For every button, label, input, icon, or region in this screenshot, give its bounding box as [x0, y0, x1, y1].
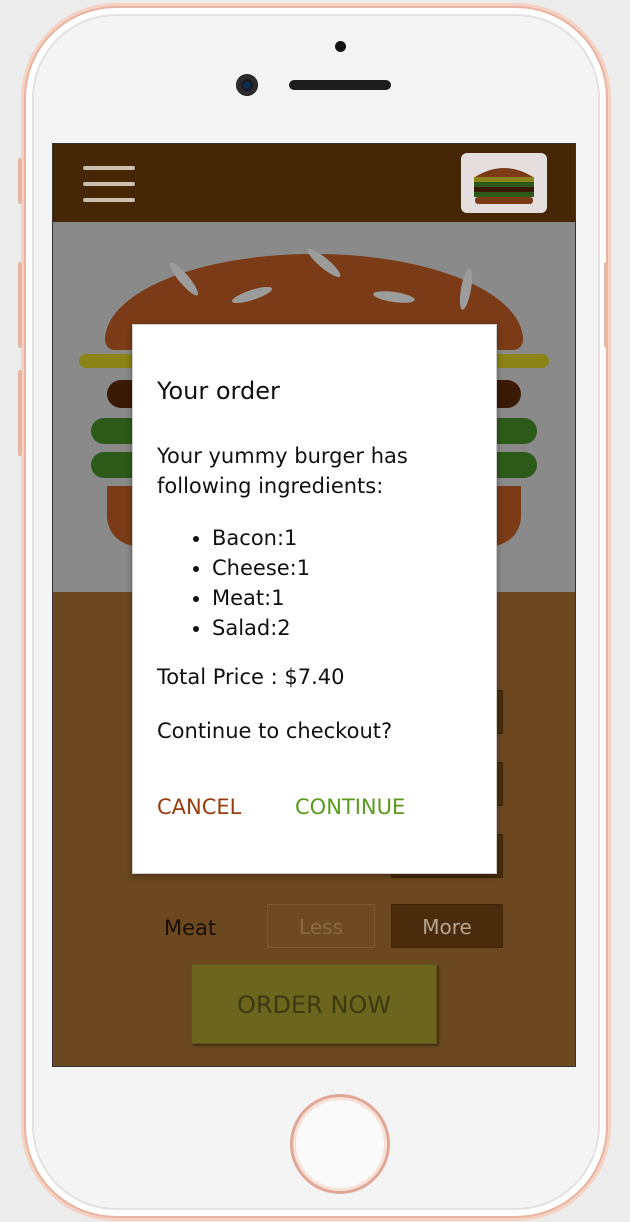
- list-item: Meat:1: [212, 583, 472, 613]
- home-button[interactable]: [290, 1094, 390, 1194]
- list-item: Cheese:1: [212, 553, 472, 583]
- front-camera-icon: [236, 74, 258, 96]
- sensor-dot: [335, 41, 346, 52]
- volume-up-button: [18, 262, 22, 348]
- modal-title: Your order: [157, 377, 280, 405]
- cancel-button[interactable]: CANCEL: [157, 795, 241, 819]
- meat-more-button[interactable]: More: [391, 904, 503, 948]
- power-button: [604, 262, 608, 348]
- list-item: Bacon:1: [212, 523, 472, 553]
- modal-intro: Your yummy burger has following ingredie…: [157, 444, 408, 498]
- order-summary-modal: Your order Your yummy burger has followi…: [132, 324, 497, 874]
- hamburger-menu-icon[interactable]: [83, 164, 135, 204]
- control-label-meat: Meat: [164, 916, 217, 940]
- continue-button[interactable]: CONTINUE: [295, 795, 405, 819]
- checkout-question: Continue to checkout?: [157, 719, 393, 743]
- burger-logo-icon: [461, 153, 547, 213]
- earpiece-speaker: [289, 80, 391, 90]
- top-toolbar: [53, 144, 575, 222]
- order-now-button[interactable]: ORDER NOW: [191, 964, 437, 1044]
- list-item: Salad:2: [212, 613, 472, 643]
- volume-down-button: [18, 370, 22, 456]
- total-price: Total Price : $7.40: [157, 665, 345, 689]
- ingredient-list: Bacon:1 Cheese:1 Meat:1 Salad:2: [157, 523, 472, 643]
- meat-less-button[interactable]: Less: [267, 904, 375, 948]
- side-button: [18, 158, 22, 204]
